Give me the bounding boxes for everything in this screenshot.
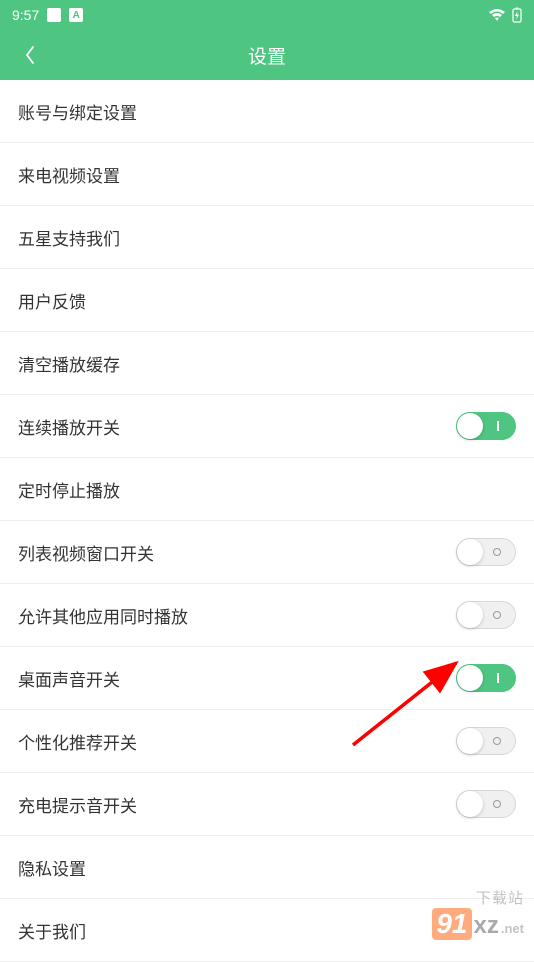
toggle-switch[interactable] [456, 538, 516, 566]
setting-item-11[interactable]: 充电提示音开关 [0, 773, 534, 836]
toggle-thumb [457, 539, 483, 565]
toggle-switch[interactable] [456, 412, 516, 440]
status-app-icon: A [69, 8, 83, 22]
setting-item-1[interactable]: 来电视频设置 [0, 143, 534, 206]
setting-label: 关于我们 [18, 918, 86, 943]
setting-label: 账号与绑定设置 [18, 99, 137, 124]
toggle-off-indicator [493, 611, 501, 619]
toggle-off-indicator [493, 800, 501, 808]
toggle-off-indicator [493, 737, 501, 745]
setting-label: 列表视频窗口开关 [18, 540, 154, 565]
toggle-on-indicator [497, 673, 499, 683]
page-title: 设置 [0, 42, 534, 69]
toggle-thumb [457, 791, 483, 817]
setting-item-9[interactable]: 桌面声音开关 [0, 647, 534, 710]
setting-item-10[interactable]: 个性化推荐开关 [0, 710, 534, 773]
toggle-off-indicator [493, 548, 501, 556]
toggle-switch[interactable] [456, 790, 516, 818]
toggle-switch[interactable] [456, 664, 516, 692]
header: 设置 [0, 30, 534, 80]
setting-label: 来电视频设置 [18, 162, 120, 187]
setting-label: 允许其他应用同时播放 [18, 603, 188, 628]
wifi-icon [488, 8, 506, 22]
watermark-91: 91 [432, 908, 471, 940]
toggle-thumb [457, 413, 483, 439]
back-button[interactable] [18, 43, 42, 67]
status-bar: 9:57 A [0, 0, 534, 30]
setting-item-5[interactable]: 连续播放开关 [0, 395, 534, 458]
setting-item-0[interactable]: 账号与绑定设置 [0, 80, 534, 143]
setting-item-2[interactable]: 五星支持我们 [0, 206, 534, 269]
watermark-main: 91 xz .net [432, 908, 524, 940]
status-left: 9:57 A [12, 7, 83, 23]
setting-label: 隐私设置 [18, 855, 86, 880]
setting-item-4[interactable]: 清空播放缓存 [0, 332, 534, 395]
toggle-thumb [457, 602, 483, 628]
setting-item-3[interactable]: 用户反馈 [0, 269, 534, 332]
setting-label: 定时停止播放 [18, 477, 120, 502]
watermark-xz: xz [474, 912, 499, 940]
watermark: 下载站 91 xz .net [432, 887, 524, 940]
status-notification-icon [47, 8, 61, 22]
setting-label: 桌面声音开关 [18, 666, 120, 691]
setting-label: 个性化推荐开关 [18, 729, 137, 754]
setting-item-8[interactable]: 允许其他应用同时播放 [0, 584, 534, 647]
setting-item-6[interactable]: 定时停止播放 [0, 458, 534, 521]
setting-label: 连续播放开关 [18, 414, 120, 439]
setting-label: 用户反馈 [18, 288, 86, 313]
setting-label: 清空播放缓存 [18, 351, 120, 376]
toggle-switch[interactable] [456, 601, 516, 629]
watermark-net: .net [501, 921, 524, 936]
toggle-switch[interactable] [456, 727, 516, 755]
setting-label: 五星支持我们 [18, 225, 120, 250]
battery-icon [512, 7, 522, 23]
toggle-thumb [457, 665, 483, 691]
watermark-top: 下载站 [432, 887, 524, 908]
setting-label: 充电提示音开关 [18, 792, 137, 817]
setting-item-7[interactable]: 列表视频窗口开关 [0, 521, 534, 584]
chevron-left-icon [24, 45, 36, 65]
toggle-on-indicator [497, 421, 499, 431]
settings-list: 账号与绑定设置来电视频设置五星支持我们用户反馈清空播放缓存连续播放开关定时停止播… [0, 80, 534, 962]
status-right [488, 7, 522, 23]
status-time: 9:57 [12, 7, 39, 23]
toggle-thumb [457, 728, 483, 754]
